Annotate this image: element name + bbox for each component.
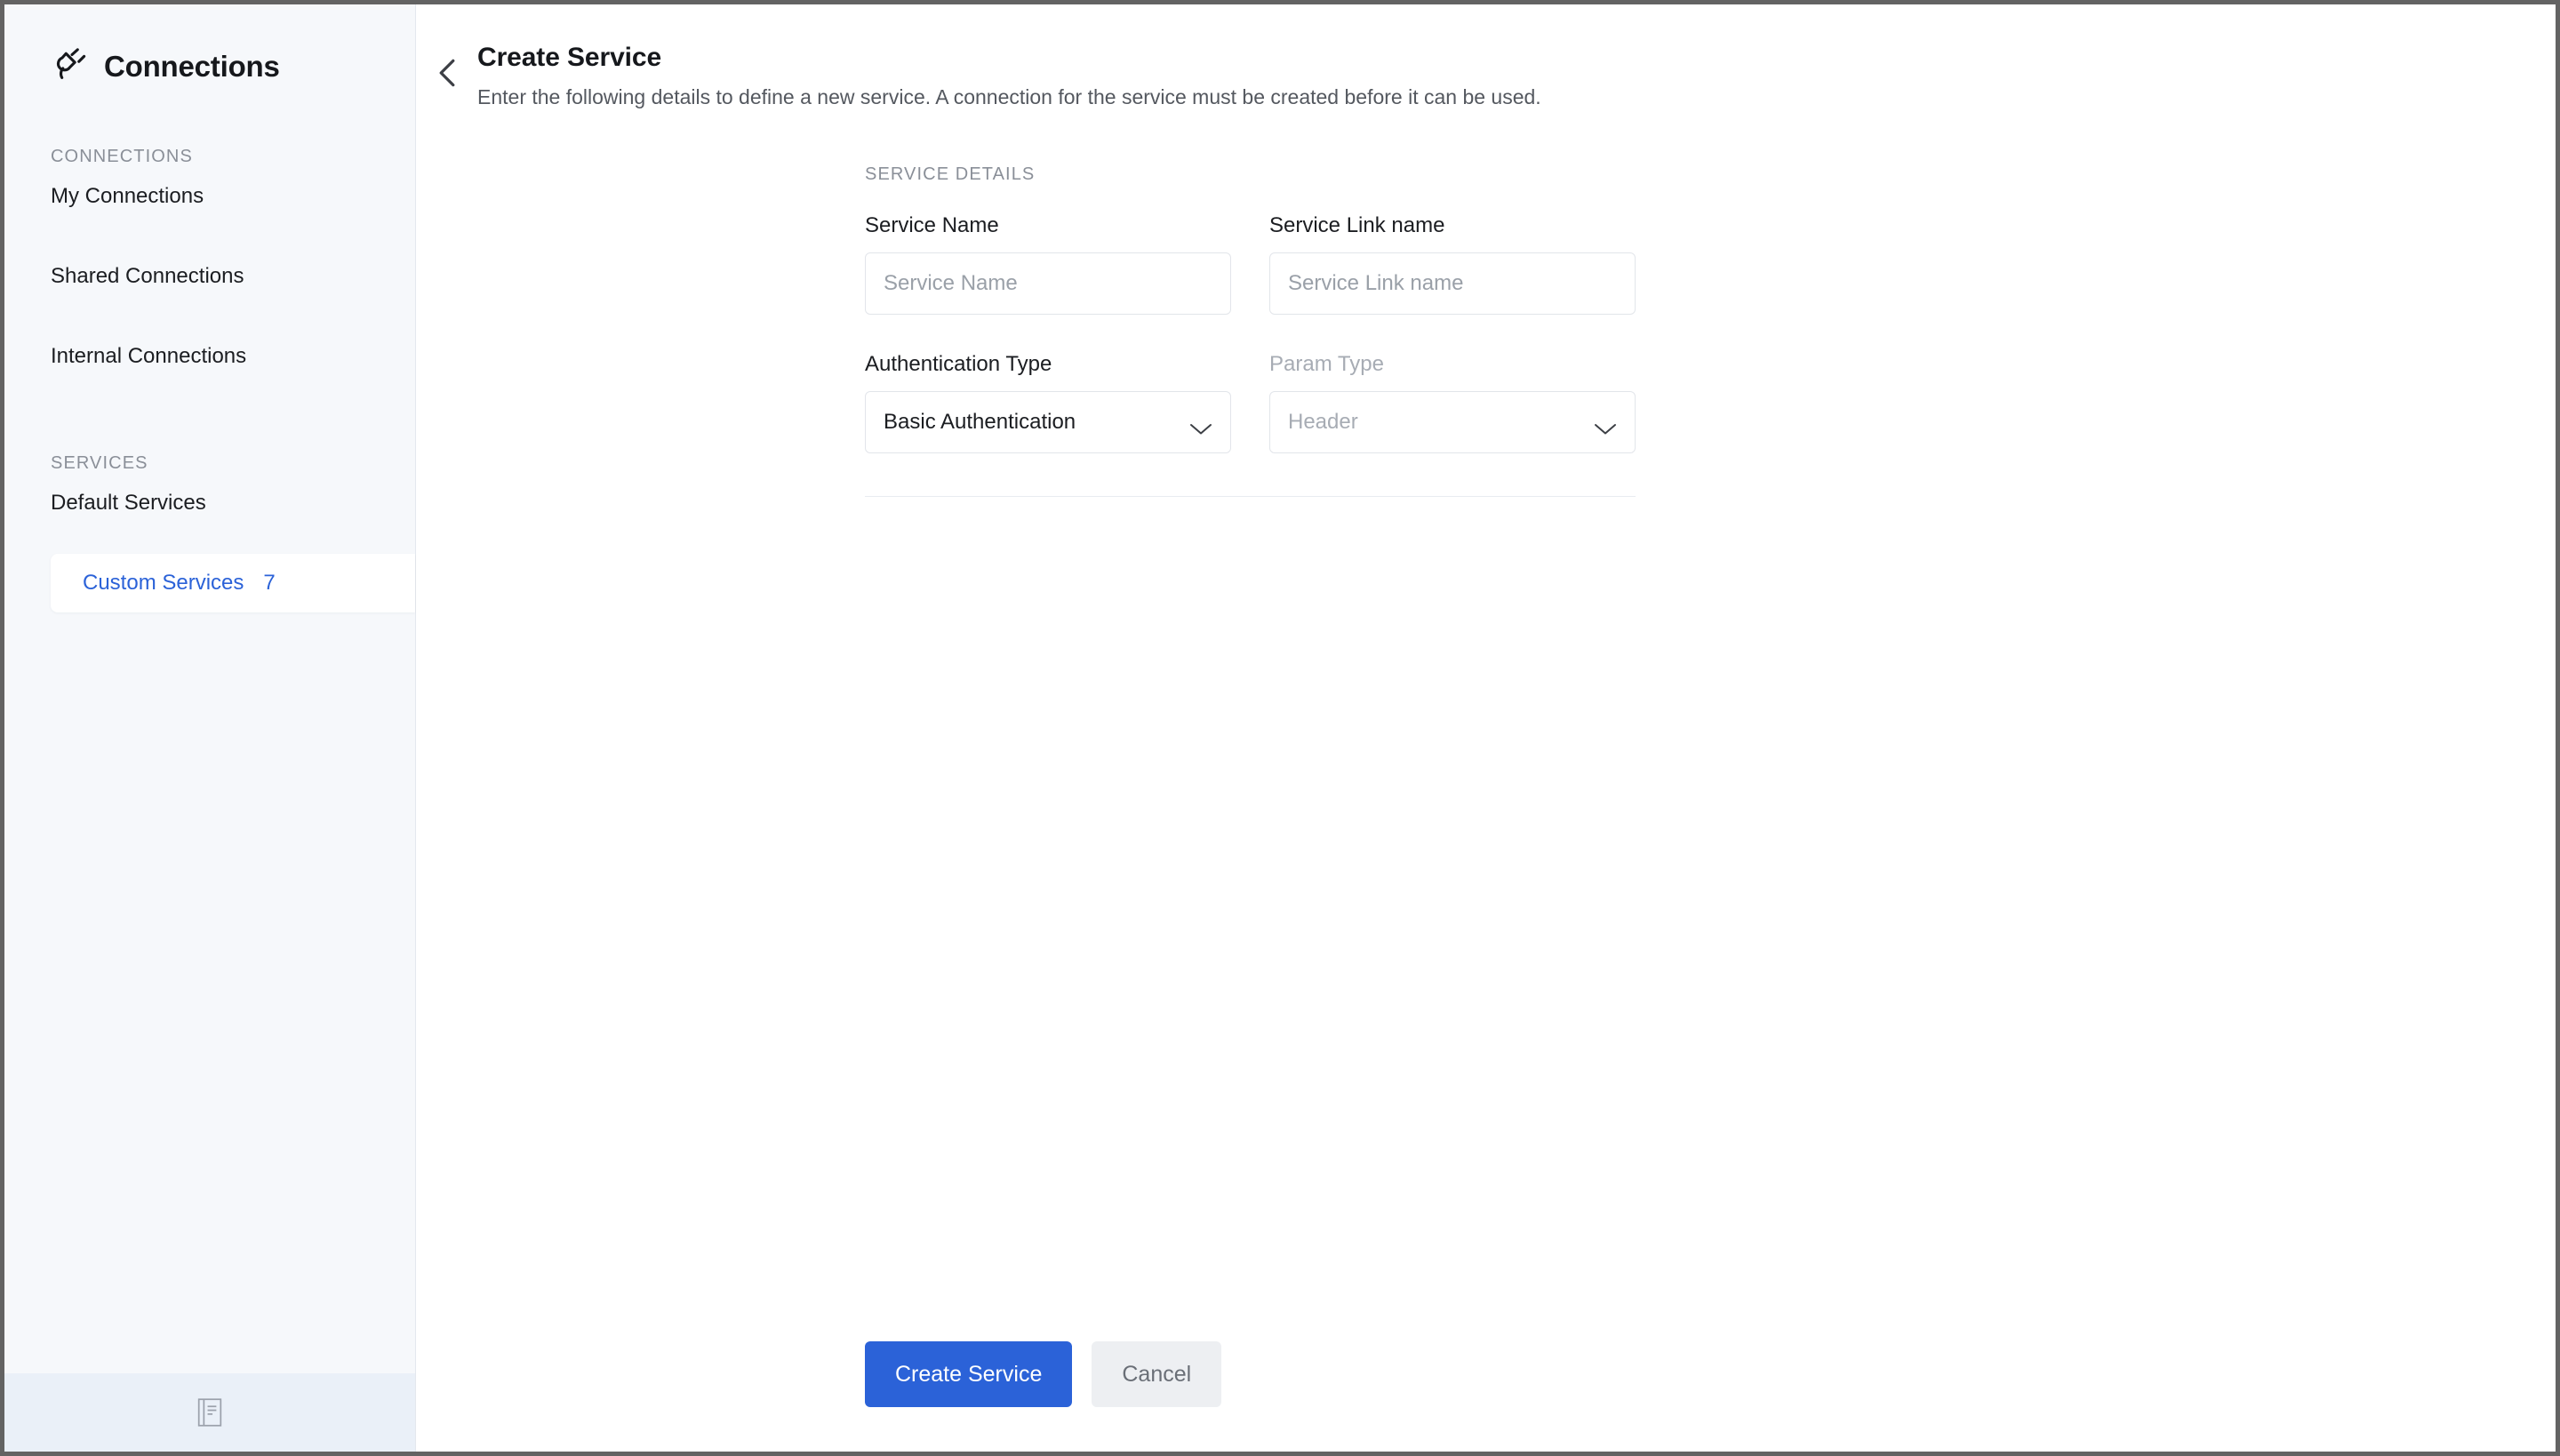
sidebar-item-count: 7	[263, 571, 276, 595]
service-name-label: Service Name	[865, 213, 999, 238]
section-label-connections: CONNECTIONS	[51, 147, 193, 166]
create-service-button[interactable]: Create Service	[865, 1341, 1073, 1407]
cancel-button[interactable]: Cancel	[1092, 1341, 1222, 1407]
page-header-text: Create Service Enter the following detai…	[471, 42, 1541, 111]
sidebar-item-label: Shared Connections	[51, 264, 244, 288]
sidebar-item-label: My Connections	[51, 184, 204, 208]
page-title: Create Service	[477, 43, 662, 72]
page-header: Create Service Enter the following detai…	[416, 4, 2556, 111]
authentication-type-label: Authentication Type	[865, 352, 1052, 377]
sidebar-item-shared-connections[interactable]: Shared Connections	[4, 247, 415, 306]
sidebar-item-custom-services[interactable]: Custom Services 7	[51, 554, 415, 612]
main-content: Create Service Enter the following detai…	[416, 4, 2556, 1452]
authentication-type-value: Basic Authentication	[884, 410, 1076, 435]
plug-icon	[49, 46, 88, 85]
sidebar-item-my-connections[interactable]: My Connections	[4, 167, 415, 226]
sidebar-section-connections: CONNECTIONS My Connections Shared Connec…	[4, 147, 415, 386]
section-label-service-details: SERVICE DETAILS	[865, 164, 1036, 185]
section-label-services: SERVICES	[51, 453, 148, 473]
sidebar: Connections CONNECTIONS My Connections S…	[4, 4, 416, 1452]
field-service-link-name: Service Link name	[1269, 213, 1636, 316]
sidebar-item-default-services[interactable]: Default Services	[4, 474, 415, 532]
sidebar-item-internal-connections[interactable]: Internal Connections	[4, 327, 415, 386]
authentication-type-select[interactable]: Basic Authentication	[865, 391, 1231, 454]
app-window: Connections CONNECTIONS My Connections S…	[0, 0, 2560, 1456]
param-type-value: Header	[1288, 410, 1358, 435]
app-title: Connections	[104, 49, 280, 83]
action-bar: Create Service Cancel	[416, 1341, 2556, 1452]
sidebar-item-label: Internal Connections	[51, 344, 247, 368]
sidebar-header: Connections	[4, 4, 415, 93]
sidebar-item-label: Default Services	[51, 491, 206, 515]
service-name-input[interactable]	[865, 252, 1231, 316]
form-row-2: Authentication Type Basic Authentication…	[865, 352, 1636, 454]
page-subtitle: Enter the following details to define a …	[477, 85, 1541, 108]
main-spacer	[416, 497, 2556, 1341]
form-row-1: Service Name Service Link name	[865, 213, 1636, 316]
book-icon[interactable]	[197, 1398, 222, 1427]
back-button[interactable]	[423, 42, 471, 88]
service-link-name-label: Service Link name	[1269, 213, 1445, 238]
field-service-name: Service Name	[865, 213, 1231, 316]
form-area: SERVICE DETAILS Service Name Service Lin…	[416, 111, 2556, 498]
field-authentication-type: Authentication Type Basic Authentication	[865, 352, 1231, 454]
sidebar-section-services: SERVICES Default Services Custom Service…	[4, 453, 415, 612]
param-type-select: Header	[1269, 391, 1636, 454]
sidebar-footer	[4, 1373, 415, 1452]
param-type-label: Param Type	[1269, 352, 1384, 377]
service-link-name-input[interactable]	[1269, 252, 1636, 316]
field-param-type: Param Type Header	[1269, 352, 1636, 454]
sidebar-item-label: Custom Services	[83, 571, 244, 595]
chevron-left-icon	[437, 58, 457, 88]
